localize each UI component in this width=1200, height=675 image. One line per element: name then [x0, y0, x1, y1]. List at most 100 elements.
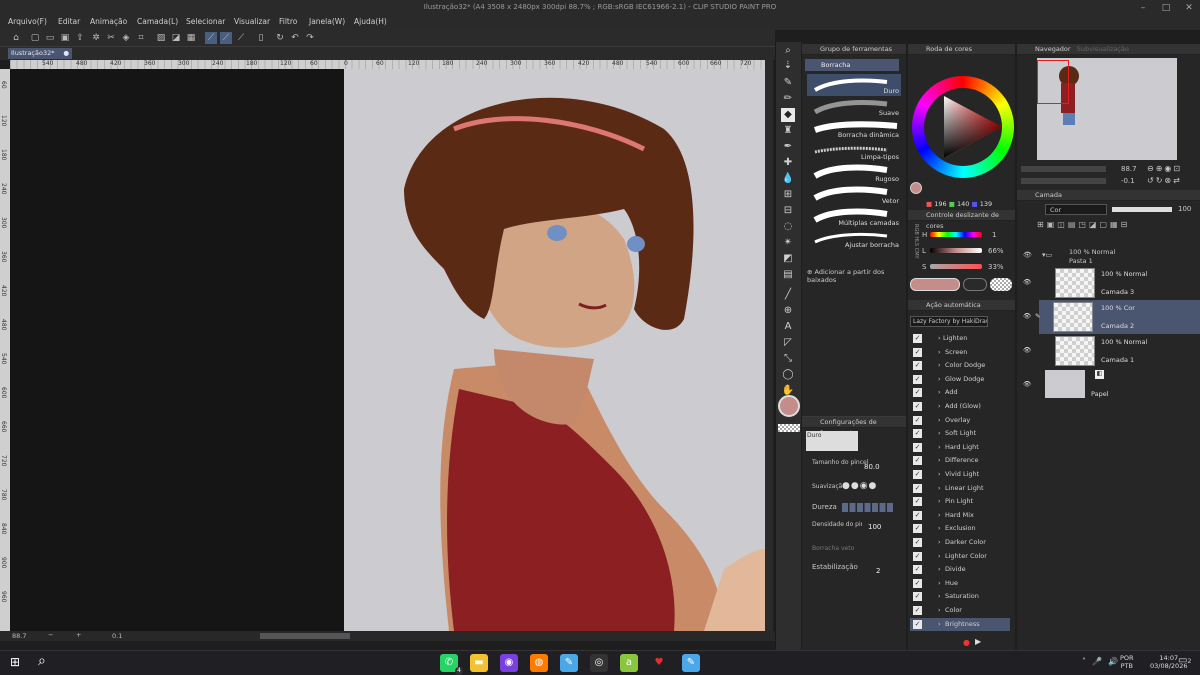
selection-icon[interactable]: ▦	[185, 32, 197, 44]
transparent-color-pill[interactable]	[990, 278, 1012, 291]
action-item[interactable]: ✓ › Saturation	[910, 590, 1010, 604]
fill-icon[interactable]: ◈	[120, 32, 132, 44]
canvas-paper[interactable]	[344, 69, 765, 631]
tray-icons[interactable]: ˄🎤🔊	[1082, 657, 1124, 666]
menu-animacao[interactable]: Animação	[90, 17, 127, 26]
snap-special-ruler-icon[interactable]: ⟋	[220, 32, 232, 44]
gradient-tool-icon[interactable]: ▤	[781, 268, 795, 282]
action-item[interactable]: ✓ › Hard Mix	[910, 509, 1010, 523]
action-item[interactable]: ✓ › Darker Color	[910, 536, 1010, 550]
vector-eraser-label[interactable]: Borracha vetorial	[812, 545, 854, 552]
invert-selection-icon[interactable]: ◪	[170, 32, 182, 44]
operation-tool-icon[interactable]: ⊞	[781, 188, 795, 202]
lasso-tool-icon[interactable]: ◌	[781, 220, 795, 234]
main-color-swatch[interactable]	[778, 395, 800, 417]
s-value[interactable]: 33%	[988, 263, 1004, 271]
menu-visualizar[interactable]: Visualizar	[234, 17, 270, 26]
rotate-icon[interactable]: ↻	[274, 32, 286, 44]
action-item-selected[interactable]: ✓ › Brightness	[910, 617, 1010, 632]
fill-tool-icon[interactable]: ◩	[781, 252, 795, 266]
menu-arquivo[interactable]: Arquivo(F)	[8, 17, 47, 26]
redo-icon[interactable]: ↷	[304, 32, 316, 44]
l-value[interactable]: 66%	[988, 247, 1004, 255]
object-tool-icon[interactable]: ⤡	[781, 352, 795, 366]
subtool-group-eraser[interactable]: Borracha	[805, 59, 899, 71]
save-icon[interactable]: ▣	[59, 32, 71, 44]
nav-rotate-slider[interactable]	[1021, 178, 1106, 184]
whatsapp-icon[interactable]: ✆ 4	[440, 654, 463, 675]
open-file-icon[interactable]: ▭	[44, 32, 56, 44]
density-value[interactable]: 100	[868, 523, 881, 531]
h-slider[interactable]	[930, 232, 982, 237]
opacity-value[interactable]: 100	[1178, 205, 1191, 213]
action-item[interactable]: ✓ › Screen	[910, 346, 1010, 360]
navigator-preview[interactable]	[1037, 58, 1177, 160]
play-icon[interactable]: ▶	[975, 637, 981, 646]
zoom-value[interactable]: 88.7	[12, 632, 26, 640]
minimize-icon[interactable]: –	[1132, 2, 1154, 14]
action-item[interactable]: ✓ › Linear Light	[910, 482, 1010, 496]
menu-ajuda[interactable]: Ajuda(H)	[354, 17, 387, 26]
subtool-item-rugoso[interactable]: Rugoso	[807, 162, 901, 184]
action-item[interactable]: ✓ › Hue	[910, 577, 1010, 591]
action-item[interactable]: ✓ › Add (Glow)	[910, 400, 1010, 414]
add-from-downloads[interactable]: ⊕ Adicionar a partir dos baixados	[807, 268, 906, 284]
file-explorer-icon[interactable]: ▬	[470, 654, 488, 672]
subtool-item-duro[interactable]: Duro	[807, 74, 901, 96]
deselect-icon[interactable]: ▨	[155, 32, 167, 44]
layer-row-selected[interactable]: 👁 ✎ 100 % Cor Camada 2	[1023, 300, 1200, 334]
blend-tool-icon[interactable]: 💧	[781, 172, 795, 186]
red-app-icon[interactable]: ♥	[650, 654, 668, 672]
rotation-value[interactable]: 0.1	[112, 632, 122, 640]
zoom-in-icon[interactable]: +	[76, 631, 81, 639]
clip-studio-paint-icon[interactable]: ✎	[682, 654, 700, 672]
action-item[interactable]: ✓ › Difference	[910, 454, 1010, 468]
language-indicator[interactable]: POR PTB	[1120, 654, 1134, 670]
device-icon[interactable]: ▯	[255, 32, 267, 44]
eye-icon[interactable]: 👁	[1023, 251, 1032, 259]
move-tool-icon[interactable]: ⇣	[781, 59, 795, 73]
l-slider[interactable]	[930, 248, 982, 253]
decoration-tool-icon[interactable]: ✚	[781, 156, 795, 170]
transparent-color-swatch[interactable]	[778, 424, 800, 432]
undo-icon[interactable]: ↶	[289, 32, 301, 44]
zoom-out-icon[interactable]: −	[48, 631, 53, 639]
action-item[interactable]: ✓ › Pin Light	[910, 495, 1010, 509]
stabilization-value[interactable]: 2	[876, 567, 880, 575]
menu-filtro[interactable]: Filtro	[279, 17, 297, 26]
subview-tab[interactable]: Subvisualização	[1077, 45, 1129, 53]
export-icon[interactable]: ⇪	[74, 32, 86, 44]
action-item[interactable]: ✓ Lighten ›	[910, 332, 1010, 346]
action-item[interactable]: ✓ › Color	[910, 604, 1010, 618]
tab-document[interactable]: Ilustração32* ●	[8, 48, 72, 59]
home-icon[interactable]: ⌂	[10, 32, 22, 44]
paper-color-icon[interactable]: ◧	[1095, 370, 1104, 379]
action-item[interactable]: ✓ › Color Dodge	[910, 359, 1010, 373]
correct-line-icon[interactable]: ⊕	[781, 304, 795, 318]
s-slider[interactable]	[930, 264, 982, 269]
eraser-tool-icon[interactable]: ◆	[781, 108, 795, 122]
h-value[interactable]: 1	[992, 231, 996, 239]
color-mode-tabs[interactable]: RGB HLS CMY	[909, 224, 919, 259]
snap-grid-icon[interactable]: ⟋	[235, 32, 247, 44]
navigator-viewport[interactable]	[1037, 60, 1069, 104]
airbrush-tool-icon[interactable]: ✒	[781, 140, 795, 154]
smoothing-options[interactable]: ●●◉●	[842, 481, 894, 491]
layer-row[interactable]: 👁 100 % Normal Camada 3	[1023, 266, 1200, 300]
subtool-item-borracha-dinamica[interactable]: Borracha dinâmica	[807, 118, 901, 140]
opacity-slider[interactable]	[1112, 207, 1172, 212]
current-color-swatch[interactable]	[910, 182, 922, 194]
balloon-tool-icon[interactable]: ◯	[781, 368, 795, 382]
navigator-tab[interactable]: Navegador	[1035, 45, 1071, 53]
nav-rotate-value[interactable]: -0.1	[1121, 177, 1135, 185]
blend-mode-select[interactable]: Cor	[1045, 204, 1107, 215]
layer-row[interactable]: 👁 100 % Normal Camada 1	[1023, 334, 1200, 368]
action-item[interactable]: ✓ › Lighter Color	[910, 550, 1010, 564]
action-item[interactable]: ✓ › Glow Dodge	[910, 373, 1010, 387]
layer-folder-row[interactable]: 👁 ▾▭ 100 % Normal Pasta 1	[1017, 245, 1200, 267]
zoom-tool-icon[interactable]: ⌕	[781, 44, 795, 58]
text-tool-icon[interactable]: A	[781, 320, 795, 334]
maximize-icon[interactable]: □	[1155, 2, 1177, 14]
search-icon[interactable]: ⌕	[38, 653, 46, 669]
eye-icon[interactable]: 👁	[1023, 278, 1031, 286]
